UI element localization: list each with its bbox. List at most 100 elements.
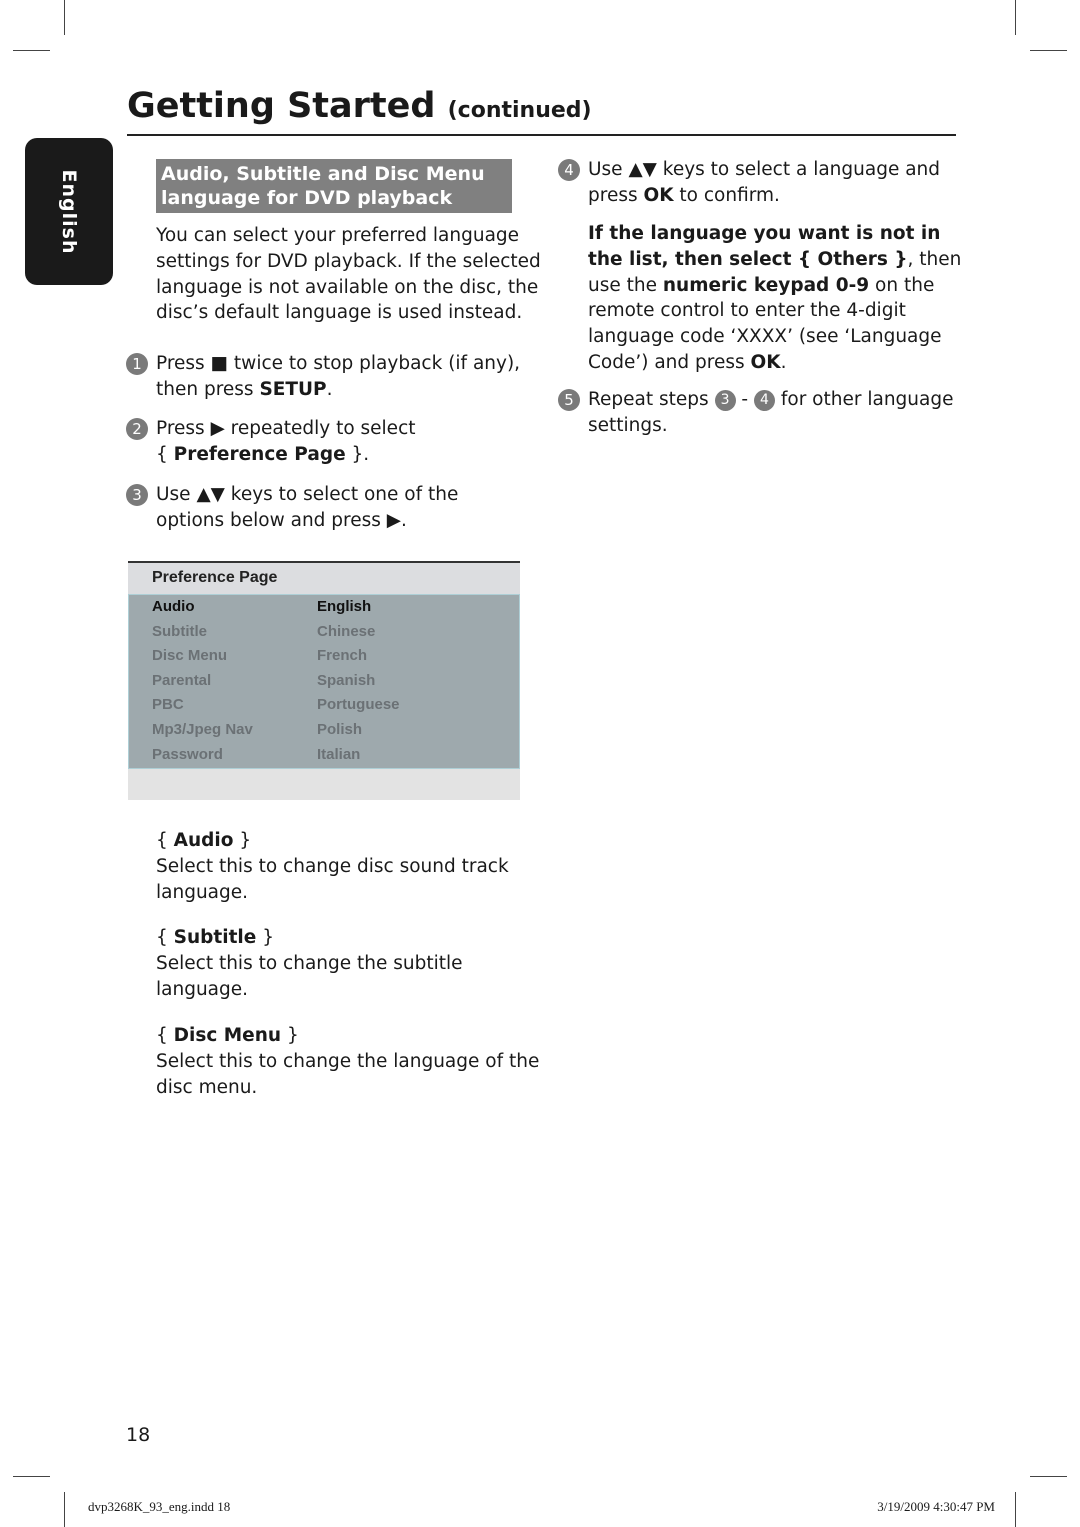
option-audio: { Audio } Select this to change disc soun… [156,828,509,905]
text: settings for DVD playback. If the select… [156,250,541,272]
menu-item-value: English [317,598,372,615]
footer-timestamp: 3/19/2009 4:30:47 PM [877,1499,995,1514]
section-heading: Audio, Subtitle and Disc Menu language f… [156,159,512,213]
menu-item-value: Spanish [317,671,376,689]
text-line: Press ▶ repeatedly to select [156,416,416,442]
option-subtitle: { Subtitle } Select this to change the su… [156,925,463,1002]
text: { [156,927,174,948]
menu-row-mp3-jpeg-nav[interactable]: Mp3/Jpeg Nav Polish [129,718,519,742]
text: { [156,830,174,851]
text: . [326,378,333,400]
text-line: settings. [588,414,668,436]
bold-text: Subtitle [173,927,257,948]
text: Select this to change disc sound track [156,855,509,877]
text: use the [588,274,663,296]
text-line: press OK to confirm. [588,183,940,209]
menu-header: Preference Page [128,563,520,594]
title-rule [127,134,956,136]
text: options below and press ▶. [156,509,407,531]
page-title: Getting Started (continued) [127,86,592,126]
text-line: language is not available on the disc, t… [156,275,541,301]
menu-row-parental[interactable]: Parental Spanish [129,669,519,693]
crop-mark [64,0,65,35]
language-side-tab: English [25,138,113,285]
step-number-1: 1 [126,353,148,375]
text-line: Select this to change disc sound track [156,854,509,880]
text: You can select your preferred language [156,225,520,246]
text: } [233,830,252,851]
section-heading-line: language for DVD playback [161,187,453,209]
side-tab-label: English [58,169,80,255]
text-line: remote control to enter the 4-digit [588,298,961,324]
intro-paragraph: You can select your preferred language se… [156,223,541,326]
bold-text: Disc Menu [173,1025,282,1046]
crop-mark [64,1492,65,1527]
text-line: use the numeric keypad 0-9 on the [588,273,961,299]
text: , then [907,248,962,270]
text: language is not available on the disc, t… [156,276,539,298]
text-line: disc’s default language is used instead. [156,300,541,326]
menu-body: Audio English Subtitle Chinese Disc Menu Fren… [128,594,520,769]
menu-row-password[interactable]: Password Italian [129,743,519,767]
menu-item-label: Password [152,745,223,763]
step-1-text: Press ■ twice to stop playback (if any),… [156,351,520,403]
step-number-3: 3 [126,484,148,506]
crop-mark [1015,1492,1016,1527]
menu-item-label: PBC [152,696,184,714]
menu-item-value: Polish [317,721,363,738]
text-line: You can select your preferred language [156,223,541,249]
text-line: the list, then select { Others }, then [588,247,961,273]
crop-mark [13,1476,50,1477]
bold-text: Audio [173,830,234,851]
section-heading-line: Audio, Subtitle and Disc Menu [161,163,485,185]
bold-text: OK [750,351,781,373]
text-line: options below and press ▶. [156,508,458,534]
text-line: Use ▲▼ keys to select a language and [588,157,940,183]
text: . [780,351,787,373]
crop-mark [13,50,50,51]
step-ref-3: 3 [714,390,736,411]
text: Repeat steps [588,389,715,410]
text: Press ▶ repeatedly to select [156,418,416,439]
title-continued: (continued) [447,98,592,123]
step-number-5: 5 [558,389,580,411]
bold-text: numeric keypad 0-9 [662,274,870,296]
text: { [156,443,174,465]
step-ref-4: 4 [753,390,775,411]
step-2-text: Press ▶ repeatedly to select { Preference… [156,416,416,468]
menu-item-value: French [317,647,368,665]
text-line: Use ▲▼ keys to select one of the [156,482,458,508]
text-line: Press ■ twice to stop playback (if any), [156,351,520,377]
text: press [588,184,644,206]
text-line: { Audio } [156,828,509,854]
menu-row-audio[interactable]: Audio English [129,595,519,619]
menu-item-label: Subtitle [152,622,207,640]
menu-row-subtitle[interactable]: Subtitle Chinese [129,620,519,644]
text-line: Select this to change the subtitle [156,951,463,977]
text-line: language. [156,977,463,1003]
step-number-4: 4 [558,159,580,181]
text: { [156,1025,174,1046]
bold-text: SETUP [259,378,327,400]
text-line: If the language you want is not in [588,221,961,247]
text: remote control to enter the 4-digit [588,300,906,322]
text: Select this to change the subtitle [156,952,463,974]
text-line: { Subtitle } [156,925,463,951]
text: language code ‘XXXX’ (see ‘Language [588,326,942,348]
text: language. [156,978,249,1000]
menu-item-label: Disc Menu [152,647,228,665]
text: then press [156,378,260,400]
preference-page-menu: Preference Page Audio English Subtitle Chin… [128,561,520,800]
text: on the [869,274,935,296]
menu-title: Preference Page [152,569,278,586]
step-5-text: Repeat steps 3 - 4 for other language se… [588,387,953,439]
menu-item-label: Audio [152,598,195,615]
menu-row-pbc[interactable]: PBC Portuguese [129,693,519,717]
bold-text: If the language you want is not in [588,223,941,244]
menu-row-disc-menu[interactable]: Disc Menu French [129,644,519,668]
menu-item-label: Mp3/Jpeg Nav [152,721,253,738]
crop-mark [1030,1476,1067,1477]
crop-mark [1015,0,1016,35]
others-note: If the language you want is not in the li… [588,221,961,376]
step-3-text: Use ▲▼ keys to select one of the options … [156,482,458,534]
